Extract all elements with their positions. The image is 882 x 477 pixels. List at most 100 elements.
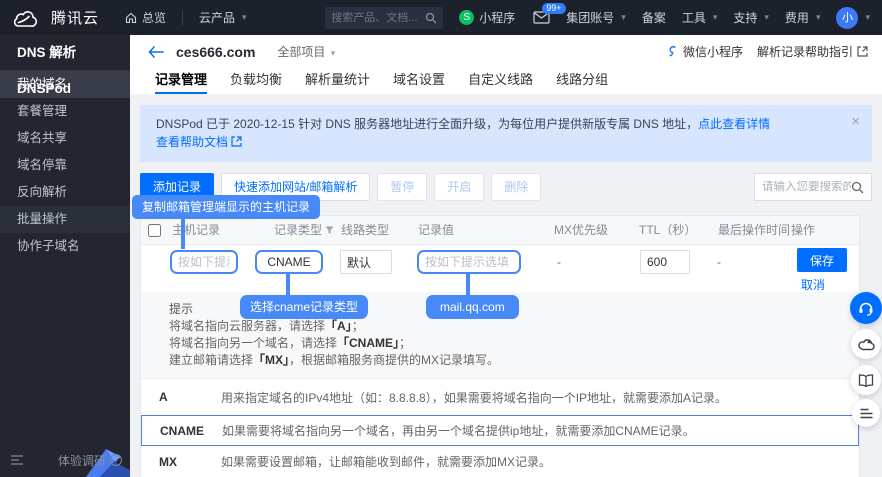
- nav-beian[interactable]: 备案: [642, 9, 666, 26]
- hint-line: 将域名指向另一个域名，请选择「CNAME」；: [169, 335, 859, 352]
- record-search[interactable]: [754, 173, 872, 201]
- pause-button[interactable]: 暂停: [377, 173, 427, 201]
- cancel-link[interactable]: 取消: [801, 276, 825, 293]
- chevron-down-icon: ▾: [713, 12, 718, 23]
- nav-cloud-products[interactable]: 云产品▾: [199, 9, 247, 26]
- chevron-right-icon: ›: [110, 454, 122, 466]
- delete-button[interactable]: 删除: [491, 173, 541, 201]
- content-area: DNSPod 已于 2020-12-15 针对 DNS 服务器地址进行全面升级，…: [130, 95, 882, 477]
- tab[interactable]: 域名设置: [393, 68, 445, 94]
- project-selector[interactable]: 全部项目 ▾: [277, 43, 335, 60]
- cloud-logo-icon: [12, 9, 38, 27]
- sidebar: DNS 解析 DNSPod 我的域名套餐管理域名共享域名停靠反向解析批量操作协作…: [0, 35, 130, 477]
- main-panel: ces666.com 全部项目 ▾ 微信小程序 解析记录帮助指引 记录管理负载均…: [130, 35, 882, 477]
- nav-tools[interactable]: 工具▾: [682, 9, 718, 26]
- nav-group-account[interactable]: 集团账号▾: [566, 9, 626, 26]
- topbar-search[interactable]: [325, 7, 443, 29]
- list-icon: [860, 408, 873, 419]
- external-link-icon[interactable]: [231, 136, 242, 147]
- open-book-icon: [858, 374, 874, 387]
- upgrade-notice-banner: DNSPod 已于 2020-12-15 针对 DNS 服务器地址进行全面升级，…: [140, 105, 872, 162]
- sidebar-item[interactable]: 协作子域名: [0, 233, 130, 260]
- host-record-input[interactable]: [170, 250, 238, 274]
- sidebar-title: DNS 解析 DNSPod: [0, 35, 130, 71]
- hint-lines: 将域名指向云服务器，请选择「A」；将域名指向另一个域名，请选择「CNAME」；建…: [169, 318, 859, 369]
- wechat-miniprogram-icon: [666, 45, 679, 58]
- select-all-checkbox[interactable]: [148, 224, 161, 237]
- customer-support-button[interactable]: [850, 292, 882, 324]
- record-type-name: A: [159, 379, 168, 415]
- enable-button[interactable]: 开启: [434, 173, 484, 201]
- col-header-type[interactable]: 记录类型: [274, 216, 334, 245]
- tencent-cloud-logo[interactable]: 腾讯云: [12, 7, 99, 28]
- sidebar-item[interactable]: 域名共享: [0, 125, 130, 152]
- topbar-search-input[interactable]: [331, 12, 425, 24]
- tab[interactable]: 自定义线路: [468, 68, 533, 94]
- chevron-down-icon: ▾: [764, 12, 769, 23]
- search-icon: [851, 181, 864, 194]
- record-type-desc: 如果需要设置邮箱，让邮箱能收到邮件，就需要添加MX记录。: [221, 446, 851, 477]
- record-type-row[interactable]: CNAME如果需要将域名指向另一个域名，再由另一个域名提供ip地址，就需要添加C…: [141, 415, 859, 446]
- filter-icon[interactable]: [325, 226, 334, 235]
- account-avatar[interactable]: 小 ▾: [836, 7, 870, 29]
- documentation-button[interactable]: [851, 365, 881, 395]
- back-button[interactable]: [148, 46, 164, 58]
- col-header-value: 记录值: [418, 216, 454, 245]
- nav-messages[interactable]: 99+: [533, 11, 550, 24]
- topbar: 腾讯云 总览 云产品▾ S 小程序 99+ 集团账号▾ 备案 工具▾ 支持▾ 费…: [0, 0, 882, 35]
- tooltip-connector: [466, 273, 470, 296]
- sidebar-item[interactable]: 我的域名: [0, 71, 130, 98]
- collapse-sidebar-icon[interactable]: [10, 455, 24, 465]
- tooltip-connector: [181, 218, 185, 249]
- banner-doc-link[interactable]: 查看帮助文档: [156, 135, 228, 149]
- tab[interactable]: 负载均衡: [230, 68, 282, 94]
- tab[interactable]: 线路分组: [556, 68, 608, 94]
- record-type-list: A用来指定域名的IPv4地址（如：8.8.8.8），如果需要将域名指向一个IP地…: [141, 379, 859, 477]
- tab[interactable]: 记录管理: [155, 68, 207, 94]
- sidebar-item[interactable]: 域名停靠: [0, 152, 130, 179]
- col-header-op: 操作: [791, 216, 815, 245]
- tooltip-host-record: 复制邮箱管理端显示的主机记录: [132, 195, 320, 219]
- col-header-line: 线路类型: [341, 216, 389, 245]
- divider: [182, 11, 183, 25]
- record-type-row[interactable]: A用来指定域名的IPv4地址（如：8.8.8.8），如果需要将域名指向一个IP地…: [141, 379, 859, 415]
- home-icon: [125, 12, 137, 24]
- feedback-form-button[interactable]: [852, 399, 880, 427]
- save-button[interactable]: 保存: [797, 248, 847, 272]
- tooltip-connector: [286, 273, 290, 296]
- page-title: ces666.com: [176, 44, 255, 60]
- ttl-input[interactable]: [640, 250, 690, 274]
- close-icon[interactable]: ×: [851, 113, 860, 131]
- wechat-miniprogram-link[interactable]: 微信小程序: [666, 43, 743, 60]
- avatar: 小: [836, 7, 858, 29]
- table-header-row: 主机记录 记录类型 线路类型 记录值 MX优先级 TTL（秒） 最后操作时间 操…: [141, 216, 859, 245]
- sidebar-item[interactable]: 反向解析: [0, 179, 130, 206]
- help-guide-link[interactable]: 解析记录帮助指引: [757, 43, 868, 60]
- sidebar-item[interactable]: 套餐管理: [0, 98, 130, 125]
- record-type-input[interactable]: [255, 250, 323, 274]
- page-header: ces666.com 全部项目 ▾ 微信小程序 解析记录帮助指引: [130, 35, 882, 68]
- chevron-down-icon: ▾: [242, 12, 247, 23]
- mx-priority-value: -: [557, 250, 561, 274]
- cloud-assistant-button[interactable]: [851, 329, 881, 359]
- col-header-mx: MX优先级: [554, 216, 608, 245]
- survey-link[interactable]: 体验调研 ›: [58, 452, 122, 469]
- record-type-row[interactable]: MX 如果需要设置邮箱，让邮箱能收到邮件，就需要添加MX记录。: [141, 446, 859, 477]
- banner-detail-link[interactable]: 点此查看详情: [698, 117, 770, 131]
- nav-mini-program[interactable]: S 小程序: [459, 9, 515, 26]
- nav-billing[interactable]: 费用▾: [785, 9, 821, 26]
- tab[interactable]: 解析量统计: [305, 68, 370, 94]
- chevron-down-icon: ▾: [865, 12, 870, 23]
- col-header-host: 主机记录: [172, 216, 220, 245]
- line-type-input[interactable]: [340, 250, 392, 274]
- sidebar-item[interactable]: 批量操作: [0, 206, 130, 233]
- record-type-name: MX: [159, 446, 177, 477]
- nav-support[interactable]: 支持▾: [733, 9, 769, 26]
- col-header-time: 最后操作时间: [718, 216, 790, 245]
- nav-overview[interactable]: 总览: [125, 9, 166, 26]
- last-op-time-value: -: [717, 250, 721, 274]
- record-search-input[interactable]: [762, 181, 851, 193]
- record-value-input[interactable]: [417, 250, 521, 274]
- miniprogram-icon: S: [459, 10, 474, 25]
- tooltip-record-type: 选择cname记录类型: [240, 295, 368, 319]
